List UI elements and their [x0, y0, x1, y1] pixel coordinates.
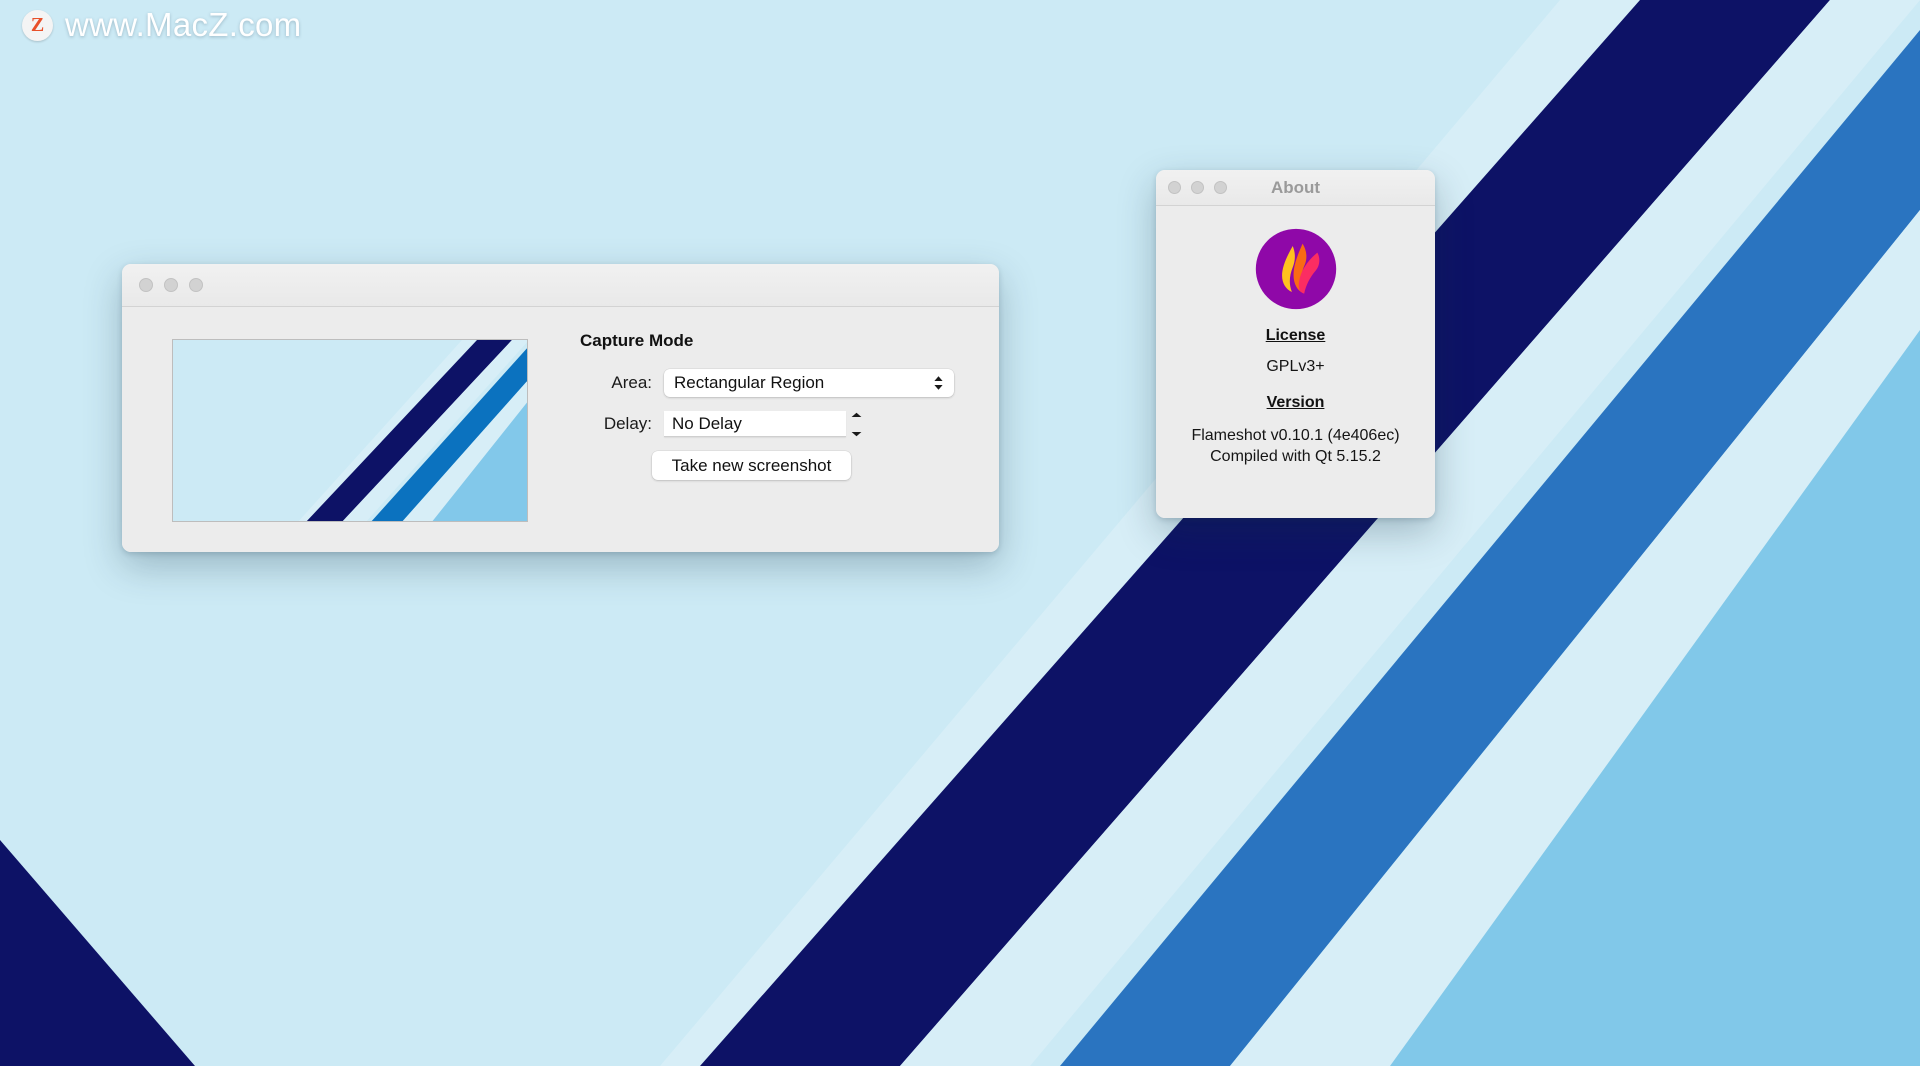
delay-input-value: No Delay [672, 413, 742, 433]
screenshot-preview[interactable] [172, 339, 528, 522]
screenshot-preview-image [173, 340, 527, 521]
preview-wallpaper-thumbnail [173, 340, 527, 521]
watermark-badge-icon: Z [22, 9, 53, 41]
take-new-screenshot-button[interactable]: Take new screenshot [652, 451, 851, 480]
version-value: Flameshot v0.10.1 (4e406ec) Compiled wit… [1191, 425, 1399, 468]
flameshot-logo-icon [1255, 228, 1337, 310]
version-line-1: Flameshot v0.10.1 (4e406ec) [1191, 426, 1400, 444]
minimize-button[interactable] [164, 278, 178, 292]
about-window-traffic-lights [1168, 181, 1227, 194]
delay-row: Delay: No Delay [577, 411, 977, 437]
version-heading: Version [1266, 393, 1325, 411]
area-select-value: Rectangular Region [674, 373, 825, 392]
delay-label: Delay: [603, 414, 652, 433]
main-window-titlebar[interactable] [122, 264, 999, 307]
main-window-traffic-lights [139, 278, 203, 292]
delay-input[interactable]: No Delay [664, 411, 846, 437]
maximize-button[interactable] [1214, 181, 1227, 194]
maximize-button[interactable] [189, 278, 203, 292]
about-window-body: License GPLv3+ Version Flameshot v0.10.1… [1156, 206, 1435, 518]
desktop: Z www.MacZ.com Capture Mode Area: Rectan… [0, 0, 1920, 1066]
capture-mode-heading: Capture Mode [580, 331, 694, 350]
area-row: Area: Rectangular Region [577, 369, 977, 397]
about-window-titlebar[interactable]: About [1156, 170, 1435, 206]
about-window[interactable]: About License GPLv3+ Version Flameshot v… [1156, 170, 1435, 518]
area-select[interactable]: Rectangular Region [664, 369, 954, 397]
close-button[interactable] [139, 278, 153, 292]
close-button[interactable] [1168, 181, 1181, 194]
stepper-arrows-icon[interactable] [850, 412, 863, 437]
area-label: Area: [611, 373, 652, 392]
capture-mode-form: Capture Mode Area: Rectangular Region De… [577, 331, 977, 480]
chevron-updown-icon [933, 375, 944, 391]
watermark: Z www.MacZ.com [22, 6, 301, 44]
take-new-screenshot-label: Take new screenshot [671, 455, 832, 475]
license-heading: License [1265, 327, 1326, 344]
minimize-button[interactable] [1191, 181, 1204, 194]
version-line-2: Compiled with Qt 5.15.2 [1210, 448, 1381, 466]
flameshot-main-window[interactable]: Capture Mode Area: Rectangular Region De… [122, 264, 999, 552]
main-window-body: Capture Mode Area: Rectangular Region De… [122, 307, 999, 552]
watermark-text: www.MacZ.com [65, 6, 302, 43]
delay-stepper[interactable]: No Delay [664, 411, 863, 437]
license-value: GPLv3+ [1266, 358, 1325, 375]
